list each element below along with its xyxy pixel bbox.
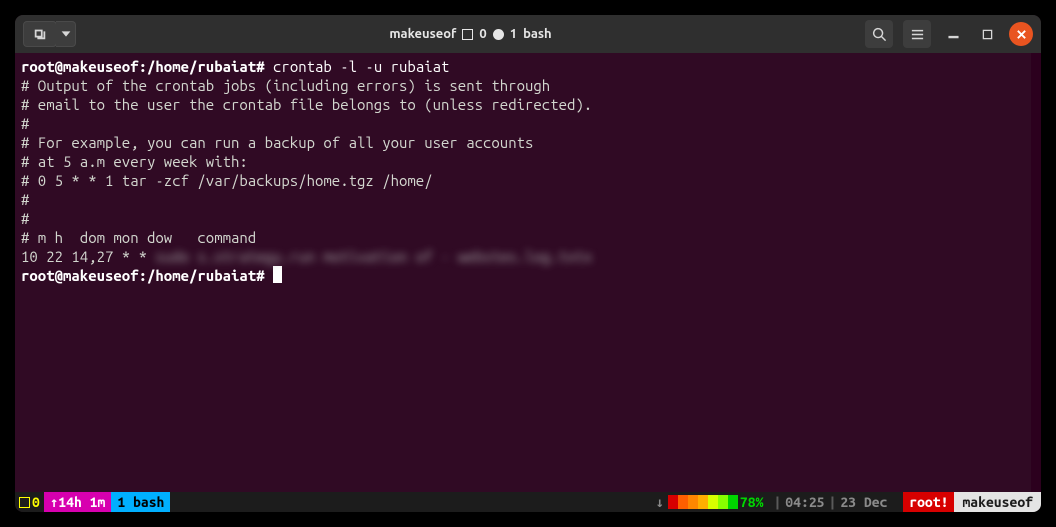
terminal-window: makeuseof 0 1 bash roo	[15, 15, 1041, 512]
titlebar-right-controls	[865, 20, 1033, 48]
title-count2: 1	[510, 27, 517, 41]
output-line: # email to the user the crontab file bel…	[21, 95, 1025, 114]
window-indicator-icon	[462, 29, 473, 40]
cpu-heat-bar	[668, 495, 738, 509]
load-segment: ↓ 78%	[649, 492, 769, 512]
chevron-down-icon	[59, 27, 73, 41]
window-title: makeuseof 0 1 bash	[82, 27, 859, 41]
tab-dropdown-button[interactable]	[56, 21, 76, 47]
output-line: # For example, you can run a backup of a…	[21, 133, 1025, 152]
cursor	[273, 266, 282, 283]
window-label: 1 bash	[117, 494, 164, 510]
window-segment[interactable]: 1 bash	[111, 492, 170, 512]
shell-prompt: root@makeuseof:/home/rubaiat#	[21, 267, 265, 284]
output-line: #	[21, 209, 1025, 228]
close-button[interactable]	[1009, 22, 1033, 46]
user-value: root!	[909, 494, 948, 510]
output-line: #	[21, 190, 1025, 209]
hamburger-icon	[910, 27, 925, 42]
cron-schedule: 10 22 14,27 * *	[21, 248, 147, 265]
output-line: # m h dom mon dow command	[21, 228, 1025, 247]
separator: |	[825, 494, 841, 510]
title-hostname: makeuseof	[389, 27, 456, 41]
output-line: # Output of the crontab jobs (including …	[21, 76, 1025, 95]
session-box-icon	[19, 497, 30, 508]
prompt-line: root@makeuseof:/home/rubaiat#	[21, 266, 1025, 285]
shell-prompt: root@makeuseof:/home/rubaiat#	[21, 58, 265, 75]
user-segment: root!	[903, 492, 954, 512]
host-segment: makeuseof	[954, 492, 1041, 512]
new-tab-button[interactable]	[23, 21, 57, 47]
uptime-value: 14h 1m	[58, 494, 105, 510]
download-arrow-icon: ↓	[655, 494, 663, 511]
cron-entry-line: 10 22 14,27 * * sudo s.strategy.run moti…	[21, 247, 1025, 266]
output-line: # 0 5 * * 1 tar -zcf /var/backups/home.t…	[21, 171, 1025, 190]
session-indicator: 0	[15, 492, 44, 512]
pane-indicator-icon	[493, 29, 504, 40]
search-button[interactable]	[865, 20, 893, 48]
output-line: # at 5 a.m every week with:	[21, 152, 1025, 171]
time-value: 04:25	[785, 494, 824, 510]
new-tab-icon	[33, 27, 47, 41]
maximize-button[interactable]	[975, 22, 999, 46]
scrollbar-thumb[interactable]	[1032, 55, 1040, 145]
host-value: makeuseof	[962, 494, 1033, 510]
output-line: #	[21, 114, 1025, 133]
title-shell: bash	[523, 27, 552, 41]
search-icon	[872, 27, 887, 42]
date-value: 23 Dec	[840, 494, 887, 510]
byobu-statusbar: 0 ↑ 14h 1m 1 bash ↓ 78% | 04:25 | 23 Dec…	[15, 492, 1041, 512]
minimize-button[interactable]	[941, 22, 965, 46]
titlebar-left-controls	[23, 21, 76, 47]
separator: |	[769, 494, 785, 510]
minimize-icon	[948, 29, 959, 40]
maximize-icon	[982, 29, 993, 40]
battery-percent: 78%	[740, 494, 764, 510]
separator	[887, 494, 903, 510]
command-text: crontab -l -u rubaiat	[273, 58, 449, 75]
titlebar: makeuseof 0 1 bash	[15, 15, 1041, 53]
menu-button[interactable]	[903, 20, 931, 48]
prompt-line: root@makeuseof:/home/rubaiat# crontab -l…	[21, 57, 1025, 76]
session-count: 0	[32, 494, 40, 510]
close-icon	[1016, 29, 1027, 40]
title-count1: 0	[479, 27, 486, 41]
redacted-command: sudo s.strategy.run motivation of - webs…	[155, 247, 592, 266]
uptime-segment: ↑ 14h 1m	[44, 492, 111, 512]
terminal-output[interactable]: root@makeuseof:/home/rubaiat# crontab -l…	[15, 53, 1041, 492]
